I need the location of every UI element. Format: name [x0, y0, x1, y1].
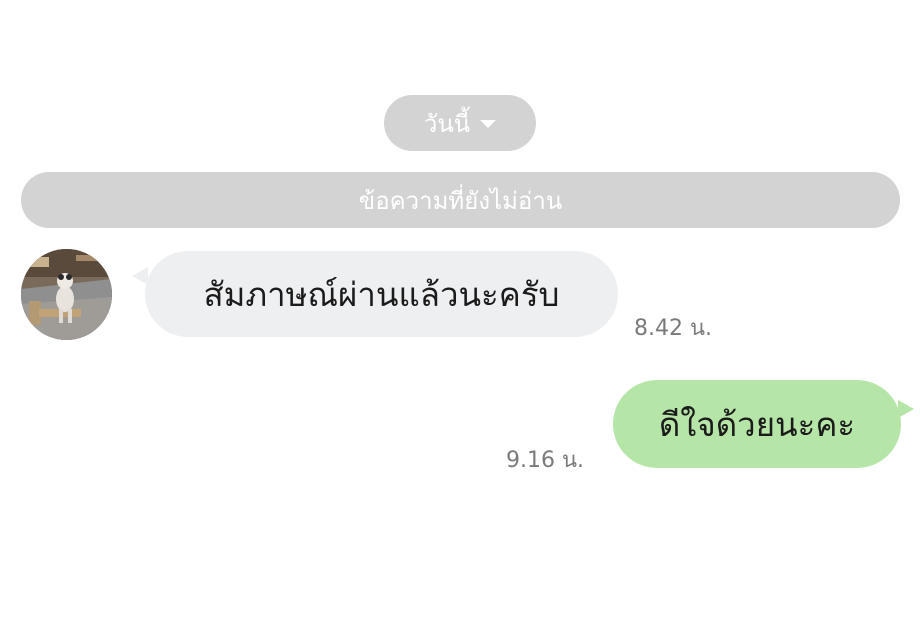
incoming-message-text: สัมภาษณ์ผ่านแล้วนะครับ: [203, 274, 560, 314]
date-filter-chip[interactable]: วันนี้: [384, 95, 536, 151]
bubble-tail: [898, 400, 914, 418]
bubble-tail: [132, 267, 148, 285]
outgoing-message-time: 9.16 น.: [506, 448, 585, 473]
outgoing-message-text: ดีใจด้วยนะคะ: [658, 404, 856, 444]
incoming-message-time: 8.42 น.: [634, 316, 713, 341]
date-chip-label: วันนี้: [423, 109, 471, 138]
caret-down-icon: [480, 120, 497, 128]
dog-photo-icon: [21, 249, 112, 340]
unread-messages-divider: ข้อความที่ยังไม่อ่าน: [21, 172, 900, 228]
chat-view: วันนี้ ข้อความที่ยังไม่อ่าน สัมภาษณ์ผ่าน…: [0, 0, 920, 635]
unread-divider-label: ข้อความที่ยังไม่อ่าน: [358, 186, 563, 215]
incoming-message-bubble[interactable]: สัมภาษณ์ผ่านแล้วนะครับ: [132, 251, 618, 337]
outgoing-message-bubble[interactable]: ดีใจด้วยนะคะ: [613, 380, 914, 468]
avatar[interactable]: [21, 249, 112, 340]
